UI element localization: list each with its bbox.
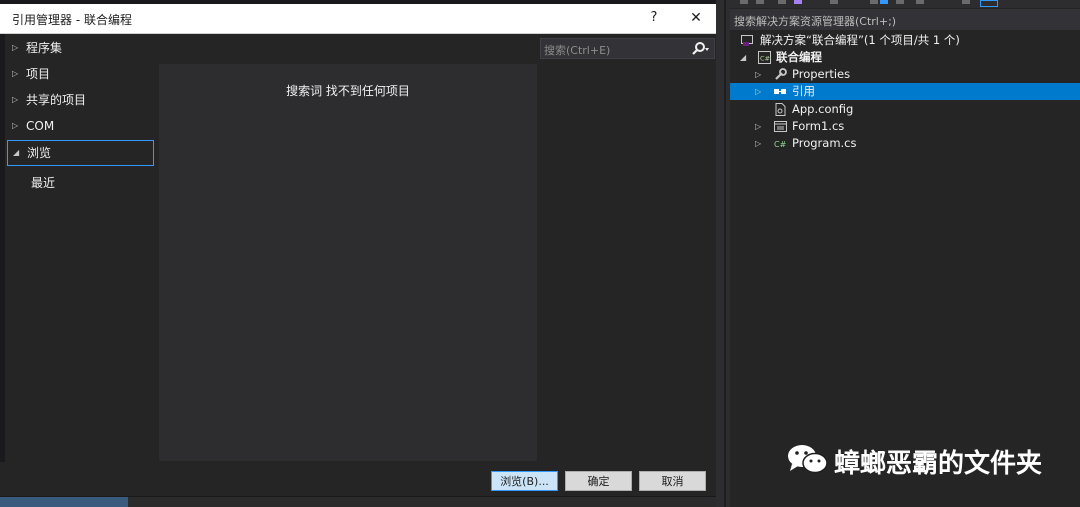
svg-text:C#: C# [774,140,787,149]
tree-item-solution[interactable]: 解决方案“联合编程”(1 个项目/共 1 个) [730,32,1080,49]
nav-item-projects[interactable]: ▷ 项目 [7,62,154,86]
tree-item-label: 引用 [792,84,815,98]
toolbar-button[interactable] [740,0,748,4]
toolbar-toggle-button[interactable] [980,0,998,7]
ok-button[interactable]: 确定 [565,471,632,491]
browse-button[interactable]: 浏览(B)... [491,471,558,491]
tree-item-properties[interactable]: ▷ Properties [730,66,1080,83]
tree-item-label: Program.cs [792,136,857,150]
wechat-icon [786,442,830,476]
nav-item-label: 项目 [26,67,51,81]
nav-item-label: COM [26,119,55,133]
help-button[interactable]: ? [640,7,668,29]
expand-arrow-icon[interactable]: ▷ [755,135,761,152]
toolbar-button[interactable] [962,0,970,4]
expand-arrow-icon: ▷ [12,69,19,78]
tree-item-references[interactable]: ▷ 引用 [730,83,1080,100]
toolbar-button[interactable] [880,0,888,4]
toolbar-button[interactable] [756,0,764,4]
toolbar-button[interactable] [778,0,786,4]
dialog-title: 引用管理器 - 联合编程 [12,13,132,27]
empty-results-message: 搜索词 找不到任何项目 [286,84,410,98]
solution-search-input[interactable]: 搜索解决方案资源管理器(Ctrl+;) [730,9,1080,30]
dialog-title-bar: 引用管理器 - 联合编程 ? ✕ [0,4,716,34]
search-placeholder: 搜索(Ctrl+E) [544,44,611,57]
csharp-project-icon: C# [758,51,771,64]
nav-item-label: 浏览 [27,146,52,160]
expand-arrow-icon: ▷ [12,95,19,104]
toolbar-button[interactable] [870,0,878,4]
wrench-icon [774,68,787,81]
tree-item-label: Form1.cs [792,119,845,133]
watermark-text: 蟑螂恶霸的文件夹 [834,449,1043,479]
category-nav: ▷ 程序集 ▷ 项目 ▷ 共享的项目 ▷ COM ◢ 浏览 [5,34,158,462]
expand-arrow-icon: ▷ [12,43,19,52]
nav-item-assemblies[interactable]: ▷ 程序集 [7,36,154,60]
nav-item-label: 程序集 [26,41,63,55]
window-separator [716,0,730,507]
details-pane [538,64,716,461]
collapse-arrow-icon: ◢ [13,148,20,157]
toolbar-button[interactable] [916,0,924,4]
results-list: 搜索词 找不到任何项目 [159,64,537,461]
nav-item-label: 共享的项目 [26,93,87,107]
tree-item-label: 联合编程 [776,50,822,64]
tree-item-label: App.config [792,102,854,116]
nav-item-recent[interactable]: 最近 [31,174,55,191]
tree-item-program[interactable]: ▷ C# Program.cs [730,135,1080,152]
background-window-accent [0,497,128,507]
nav-item-com[interactable]: ▷ COM [7,114,154,138]
csharp-file-icon: C# [774,137,787,150]
close-button[interactable]: ✕ [682,7,710,29]
config-file-icon [774,103,787,116]
solution-explorer-toolbar [730,0,1080,8]
tree-item-project[interactable]: ◢ C# 联合编程 [730,49,1080,66]
tree-item-form1[interactable]: ▷ Form1.cs [730,118,1080,135]
toolbar-button[interactable] [896,0,904,4]
tree-item-label: 解决方案“联合编程”(1 个项目/共 1 个) [760,33,960,47]
nav-item-shared-projects[interactable]: ▷ 共享的项目 [7,88,154,112]
cancel-button[interactable]: 取消 [639,471,706,491]
search-placeholder: 搜索解决方案资源管理器(Ctrl+;) [734,15,897,28]
solution-explorer: 搜索解决方案资源管理器(Ctrl+;) 解决方案“联合编程”(1 个项目/共 1… [730,0,1080,507]
tree-item-app-config[interactable]: App.config [730,101,1080,118]
nav-item-browse[interactable]: ◢ 浏览 [7,140,154,166]
dialog-search-input[interactable]: 搜索(Ctrl+E) [540,38,715,59]
separator-line [724,0,726,507]
toolbar-button[interactable] [830,0,838,4]
references-icon [774,85,787,98]
svg-text:C#: C# [760,55,770,63]
expand-arrow-icon[interactable]: ▷ [755,118,761,135]
expand-arrow-icon: ▷ [12,121,19,130]
tree-item-label: Properties [792,67,851,81]
solution-icon [741,34,754,47]
expand-arrow-icon[interactable]: ▷ [755,83,761,100]
collapse-arrow-icon[interactable]: ◢ [740,49,746,66]
reference-manager-dialog: 引用管理器 - 联合编程 ? ✕ ▷ 程序集 ▷ 项目 ▷ 共享的项目 ▷ CO… [0,0,720,507]
background-window-strip [0,497,720,507]
expand-arrow-icon[interactable]: ▷ [755,66,761,83]
search-icon[interactable] [690,40,710,58]
form-icon [774,120,787,133]
toolbar-button[interactable] [794,0,802,4]
